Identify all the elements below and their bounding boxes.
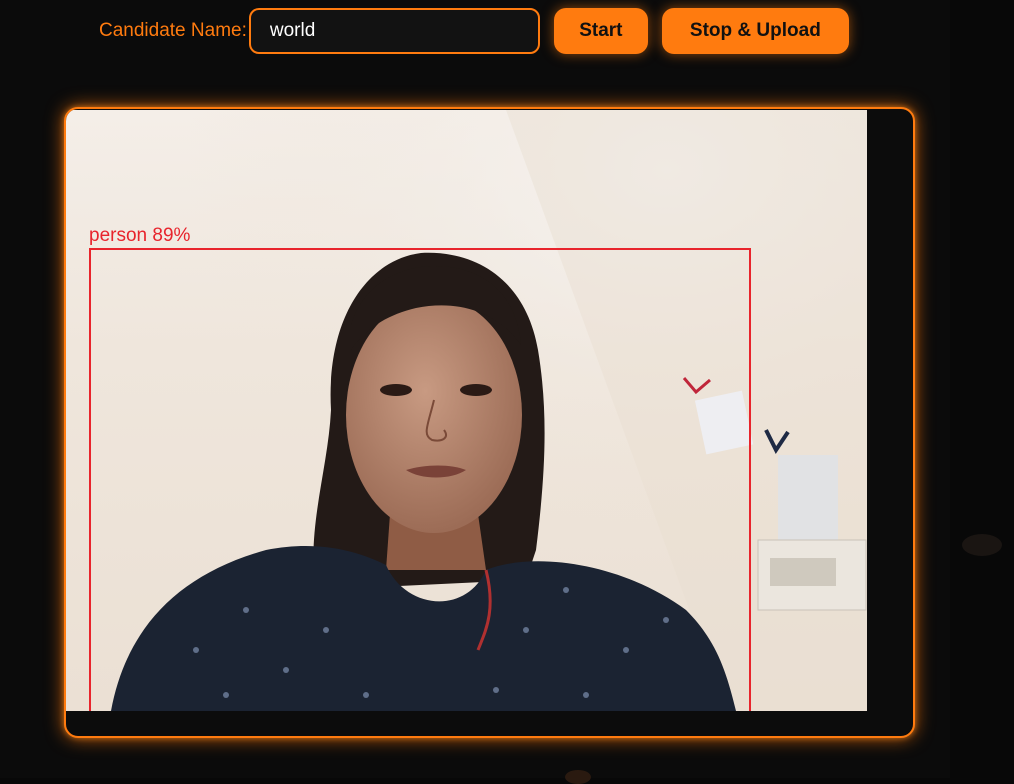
controls-bar: Candidate Name: Start Stop & Upload [99,6,849,56]
start-button[interactable]: Start [553,8,648,54]
stop-upload-button[interactable]: Stop & Upload [661,8,849,54]
webcam-feed: person 89% [66,110,867,711]
detection-label: person 89% [89,225,191,246]
background-blur-spot-bottom [565,770,591,784]
video-frame: person 89% [64,107,915,738]
detection-box [89,248,751,711]
background-blur-spot [962,534,1002,556]
candidate-name-input[interactable] [248,8,540,54]
candidate-name-label: Candidate Name: [99,20,247,41]
